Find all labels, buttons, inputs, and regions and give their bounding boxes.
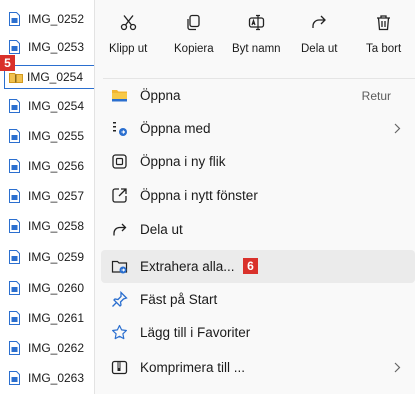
menu-item-label: Fäst på Start xyxy=(140,292,218,307)
menu-item-label: Öppna i nytt fönster xyxy=(140,188,258,203)
share-icon xyxy=(312,15,326,28)
menu-item-pin-start[interactable]: Fäst på Start xyxy=(101,283,415,316)
extract-icon xyxy=(111,260,128,274)
document-icon xyxy=(9,159,20,173)
menu-item-label: Komprimera till ... xyxy=(140,360,246,375)
copy-icon xyxy=(187,14,200,31)
share-button[interactable]: Dela ut xyxy=(301,14,337,68)
cut-button[interactable]: Klipp ut xyxy=(109,14,147,68)
menu-item-label: Öppna xyxy=(140,88,181,103)
file-name: IMG_0255 xyxy=(28,129,85,143)
chevron-right-icon xyxy=(394,362,401,373)
rename-label: Byt namn xyxy=(232,43,281,55)
menu-item-open-new-window[interactable]: Öppna i nytt fönster xyxy=(101,179,415,212)
scissors-icon xyxy=(120,15,136,31)
menu-item-label: Extrahera alla... xyxy=(140,259,235,274)
document-icon xyxy=(9,281,20,295)
menu-item-label: Öppna i ny flik xyxy=(140,154,226,169)
file-name: IMG_0254 xyxy=(28,99,85,113)
document-icon xyxy=(9,311,20,325)
menu-item-open-with[interactable]: Öppna med xyxy=(101,112,415,145)
delete-label: Ta bort xyxy=(366,43,402,55)
new-tab-icon xyxy=(112,154,127,169)
context-menu: Klipp ut Kopiera Byt namn Dela ut Ta bor… xyxy=(94,0,415,394)
context-menu-toolbar: Klipp ut Kopiera Byt namn Dela ut Ta bor… xyxy=(95,0,415,78)
file-name: IMG_0260 xyxy=(28,281,85,295)
menu-item-extract-all[interactable]: Extrahera alla... xyxy=(101,250,415,283)
cut-label: Klipp ut xyxy=(109,43,148,55)
star-icon xyxy=(112,324,127,340)
file-name: IMG_0261 xyxy=(28,311,85,325)
menu-item-compress[interactable]: Komprimera till ... xyxy=(101,351,415,384)
document-icon xyxy=(9,250,20,264)
document-icon xyxy=(9,129,20,143)
step-badge-5: 5 xyxy=(0,55,15,71)
rename-icon xyxy=(248,14,264,31)
document-icon xyxy=(9,219,20,233)
file-name: IMG_0263 xyxy=(28,371,85,385)
shortcut-label: Retur xyxy=(361,88,391,103)
menu-item-label: Öppna med xyxy=(140,121,211,136)
file-name: IMG_0258 xyxy=(28,219,85,233)
document-icon xyxy=(9,371,20,385)
open-window-icon xyxy=(112,188,127,203)
share-label: Dela ut xyxy=(301,43,338,55)
chevron-right-icon xyxy=(394,123,401,134)
copy-button[interactable]: Kopiera xyxy=(174,14,214,68)
zip-icon xyxy=(111,360,128,375)
menu-item-open-new-tab[interactable]: Öppna i ny flik xyxy=(101,145,415,178)
document-icon xyxy=(9,40,20,54)
copy-label: Kopiera xyxy=(174,43,214,55)
menu-item-add-favorites[interactable]: Lägg till i Favoriter xyxy=(101,316,415,349)
document-icon xyxy=(9,99,20,113)
file-name: IMG_0257 xyxy=(28,189,85,203)
document-icon xyxy=(9,189,20,203)
file-name: IMG_0254 xyxy=(27,70,84,84)
menu-item-label: Dela ut xyxy=(140,222,183,237)
zip-folder-icon xyxy=(9,73,23,83)
rename-button[interactable]: Byt namn xyxy=(232,14,281,68)
document-icon xyxy=(9,341,20,355)
pin-icon xyxy=(112,291,128,307)
document-icon xyxy=(9,12,20,26)
file-name: IMG_0256 xyxy=(28,159,85,173)
delete-button[interactable]: Ta bort xyxy=(366,14,401,68)
step-badge-6: 6 xyxy=(243,258,258,274)
file-name: IMG_0253 xyxy=(28,40,85,54)
open-with-icon xyxy=(113,122,127,136)
file-name: IMG_0262 xyxy=(28,341,85,355)
trash-icon xyxy=(377,15,391,31)
share-icon xyxy=(113,223,127,236)
folder-icon xyxy=(112,90,127,102)
file-name: IMG_0259 xyxy=(28,250,85,264)
menu-item-label: Lägg till i Favoriter xyxy=(140,325,251,340)
menu-item-share[interactable]: Dela ut xyxy=(101,213,415,246)
menu-item-open[interactable]: Öppna Retur xyxy=(101,79,415,112)
file-name: IMG_0252 xyxy=(28,12,85,26)
